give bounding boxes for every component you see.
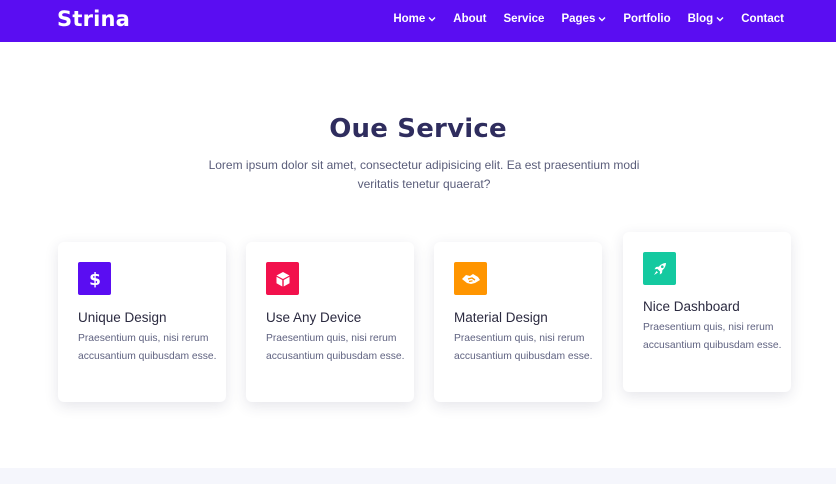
nav-item-portfolio[interactable]: Portfolio: [623, 13, 670, 25]
next-section-band: [0, 468, 836, 484]
nav-label: Service: [503, 13, 545, 25]
rocket-icon: [643, 252, 676, 285]
card-title: Use Any Device: [266, 310, 362, 325]
card-text: Praesentium quis, nisi rerum accusantium…: [454, 333, 593, 362]
service-card-nice-dashboard: Nice Dashboard Praesentium quis, nisi re…: [623, 232, 791, 392]
svg-text:$: $: [89, 270, 101, 288]
service-card-use-any-device: Use Any Device Praesentium quis, nisi re…: [246, 242, 414, 402]
service-card-unique-design: $ Unique Design Praesentium quis, nisi r…: [58, 242, 226, 402]
card-text: Praesentium quis, nisi rerum accusantium…: [266, 333, 405, 362]
section-description: Lorem ipsum dolor sit amet, consectetur …: [208, 158, 640, 191]
nav-label: Portfolio: [623, 13, 671, 25]
logo[interactable]: Strina: [57, 7, 130, 31]
chevron-down-icon: [598, 15, 606, 23]
nav-item-contact[interactable]: Contact: [741, 13, 784, 25]
nav-item-pages[interactable]: Pages: [561, 13, 606, 25]
card-text: Praesentium quis, nisi rerum accusantium…: [643, 322, 782, 351]
handshake-icon: [454, 262, 487, 295]
nav-item-blog[interactable]: Blog: [688, 13, 725, 25]
card-title: Unique Design: [78, 310, 167, 325]
nav-label: Blog: [687, 13, 714, 25]
card-title: Nice Dashboard: [643, 299, 740, 314]
nav-item-home[interactable]: Home: [393, 13, 436, 25]
nav-label: Pages: [561, 13, 596, 25]
chevron-down-icon: [428, 15, 436, 23]
card-title: Material Design: [454, 310, 548, 325]
card-text: Praesentium quis, nisi rerum accusantium…: [78, 333, 217, 362]
nav-item-about[interactable]: About: [453, 13, 486, 25]
cube-icon: [266, 262, 299, 295]
main-nav: Home About Service Pages Portfolio Blog …: [376, 13, 784, 25]
nav-label: About: [453, 13, 487, 25]
dollar-icon: $: [78, 262, 111, 295]
nav-label: Contact: [741, 13, 784, 25]
service-card-material-design: Material Design Praesentium quis, nisi r…: [434, 242, 602, 402]
section-title: Oue Service: [329, 114, 507, 144]
nav-label: Home: [393, 13, 426, 25]
nav-item-service[interactable]: Service: [504, 13, 545, 25]
chevron-down-icon: [716, 15, 724, 23]
navbar: Strina Home About Service Pages Portfoli…: [0, 0, 836, 42]
